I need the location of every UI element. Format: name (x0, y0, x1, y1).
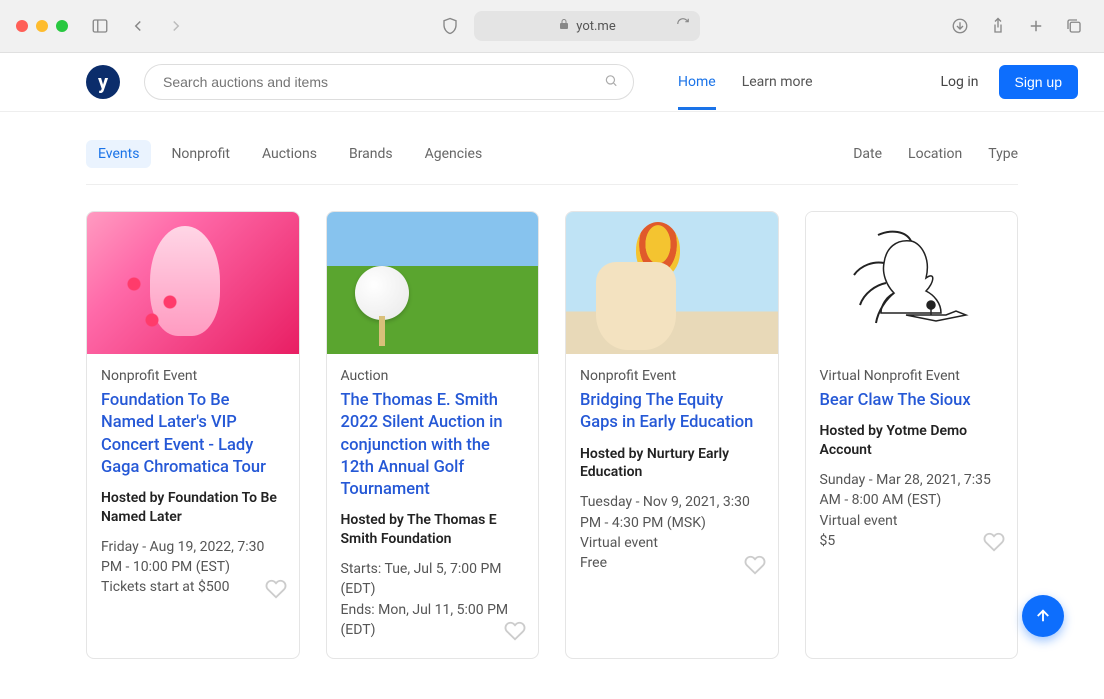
downloads-icon[interactable] (946, 12, 974, 40)
event-datetime: Tuesday - Nov 9, 2021, 3:30 PM - 4:30 PM… (580, 492, 764, 533)
search-wrap (144, 64, 634, 100)
event-image[interactable] (806, 212, 1018, 354)
scroll-top-button[interactable] (1022, 595, 1064, 637)
event-image[interactable] (566, 212, 778, 354)
main-nav: Home Learn more (678, 54, 813, 110)
event-price: Tickets start at $500 (101, 577, 285, 597)
url-bar[interactable]: yot.me (474, 11, 700, 41)
event-type: Nonprofit Event (101, 368, 285, 384)
event-title[interactable]: Bridging The Equity Gaps in Early Educat… (580, 390, 764, 435)
nav-learn-more[interactable]: Learn more (742, 54, 813, 110)
event-host: Hosted by Foundation To Be Named Later (101, 489, 285, 527)
event-host: Hosted by The Thomas E Smith Foundation (341, 511, 525, 549)
favorite-icon[interactable] (983, 531, 1005, 557)
event-host: Hosted by Yotme Demo Account (820, 422, 1004, 460)
event-title[interactable]: The Thomas E. Smith 2022 Silent Auction … (341, 390, 525, 501)
event-card: Virtual Nonprofit Event Bear Claw The Si… (805, 211, 1019, 659)
event-price: $5 (820, 531, 1004, 551)
event-format: Virtual event (580, 533, 764, 553)
filter-tabs: Events Nonprofit Auctions Brands Agencie… (86, 140, 494, 168)
nav-forward-icon[interactable] (162, 12, 190, 40)
event-format: Virtual event (820, 511, 1004, 531)
lock-icon (558, 18, 570, 34)
event-cards-grid: Nonprofit Event Foundation To Be Named L… (86, 211, 1018, 659)
share-icon[interactable] (984, 12, 1012, 40)
event-start: Starts: Tue, Jul 5, 7:00 PM (EDT) (341, 559, 525, 600)
favorite-icon[interactable] (504, 620, 526, 646)
logo[interactable]: y (86, 65, 120, 99)
window-close-icon[interactable] (16, 20, 28, 32)
nav-home[interactable]: Home (678, 54, 716, 110)
event-datetime: Friday - Aug 19, 2022, 7:30 PM - 10:00 P… (101, 537, 285, 578)
url-text: yot.me (576, 19, 615, 34)
event-card: Auction The Thomas E. Smith 2022 Silent … (326, 211, 540, 659)
browser-chrome: yot.me (0, 0, 1104, 53)
filter-tab-agencies[interactable]: Agencies (413, 140, 495, 168)
filter-tab-auctions[interactable]: Auctions (250, 140, 329, 168)
filter-bar: Events Nonprofit Auctions Brands Agencie… (86, 112, 1018, 185)
window-maximize-icon[interactable] (56, 20, 68, 32)
event-image[interactable] (87, 212, 299, 354)
filter-location[interactable]: Location (908, 146, 962, 162)
filter-tab-brands[interactable]: Brands (337, 140, 405, 168)
filter-sort: Date Location Type (853, 146, 1018, 162)
event-card: Nonprofit Event Bridging The Equity Gaps… (565, 211, 779, 659)
filter-tab-events[interactable]: Events (86, 140, 151, 168)
filter-date[interactable]: Date (853, 146, 882, 162)
favorite-icon[interactable] (265, 578, 287, 604)
sidebar-toggle-icon[interactable] (86, 12, 114, 40)
shield-icon[interactable] (436, 12, 464, 40)
filter-type[interactable]: Type (988, 146, 1018, 162)
search-icon[interactable] (604, 73, 618, 92)
filter-tab-nonprofit[interactable]: Nonprofit (159, 140, 242, 168)
event-price: Free (580, 553, 764, 573)
event-type: Nonprofit Event (580, 368, 764, 384)
event-title[interactable]: Foundation To Be Named Later's VIP Conce… (101, 390, 285, 479)
event-title[interactable]: Bear Claw The Sioux (820, 390, 1004, 412)
favorite-icon[interactable] (744, 554, 766, 580)
tabs-overview-icon[interactable] (1060, 12, 1088, 40)
site-header: y Home Learn more Log in Sign up (0, 53, 1104, 112)
event-end: Ends: Mon, Jul 11, 5:00 PM (EDT) (341, 600, 525, 641)
search-input[interactable] (144, 64, 634, 100)
login-link[interactable]: Log in (941, 74, 979, 90)
event-type: Virtual Nonprofit Event (820, 368, 1004, 384)
signup-button[interactable]: Sign up (999, 65, 1078, 99)
window-controls (16, 20, 68, 32)
reload-icon[interactable] (676, 17, 690, 35)
event-card: Nonprofit Event Foundation To Be Named L… (86, 211, 300, 659)
event-type: Auction (341, 368, 525, 384)
auth-area: Log in Sign up (941, 65, 1078, 99)
nav-back-icon[interactable] (124, 12, 152, 40)
event-image[interactable] (327, 212, 539, 354)
new-tab-icon[interactable] (1022, 12, 1050, 40)
window-minimize-icon[interactable] (36, 20, 48, 32)
main-content: Events Nonprofit Auctions Brands Agencie… (86, 112, 1018, 699)
event-datetime: Sunday - Mar 28, 2021, 7:35 AM - 8:00 AM… (820, 470, 1004, 511)
event-host: Hosted by Nurtury Early Education (580, 445, 764, 483)
